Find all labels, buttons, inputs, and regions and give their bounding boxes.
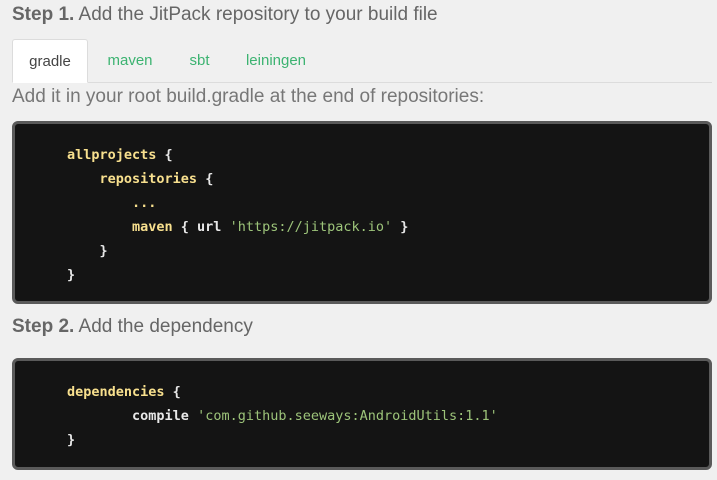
repository-code-block: allprojects { repositories { ... maven {… xyxy=(12,121,712,304)
step-2-text: Add the dependency xyxy=(74,316,253,337)
repository-instruction: Add it in your root build.gradle at the … xyxy=(12,86,485,107)
code-line: repositories { xyxy=(99,171,214,187)
step-1-heading: Step 1. Add the JitPack repository to yo… xyxy=(12,4,438,26)
build-tool-tabs: gradle maven sbt leiningen xyxy=(12,39,712,83)
tab-sbt[interactable]: sbt xyxy=(172,39,227,82)
code-line: maven { url 'https://jitpack.io' } xyxy=(132,219,409,235)
step-1-label: Step 1. xyxy=(12,4,75,25)
dependency-code: dependencies { compile 'com.github.seewa… xyxy=(67,380,498,452)
step-2-heading: Step 2. Add the dependency xyxy=(12,316,253,338)
step-2-label: Step 2. xyxy=(12,316,75,337)
code-line: compile 'com.github.seeways:AndroidUtils… xyxy=(132,408,498,424)
repository-code: allprojects { repositories { ... maven {… xyxy=(67,143,408,287)
code-line: dependencies { xyxy=(67,384,181,400)
dependency-code-block: dependencies { compile 'com.github.seewa… xyxy=(12,358,712,470)
tab-gradle[interactable]: gradle xyxy=(12,39,88,83)
code-line: } xyxy=(67,432,76,448)
code-line: allprojects { xyxy=(67,147,173,163)
step-1-text: Add the JitPack repository to your build… xyxy=(74,4,438,25)
code-line: } xyxy=(99,243,108,259)
code-line: ... xyxy=(132,195,157,211)
tab-leiningen[interactable]: leiningen xyxy=(233,39,319,82)
code-line: } xyxy=(67,267,76,283)
tab-maven[interactable]: maven xyxy=(94,39,166,82)
